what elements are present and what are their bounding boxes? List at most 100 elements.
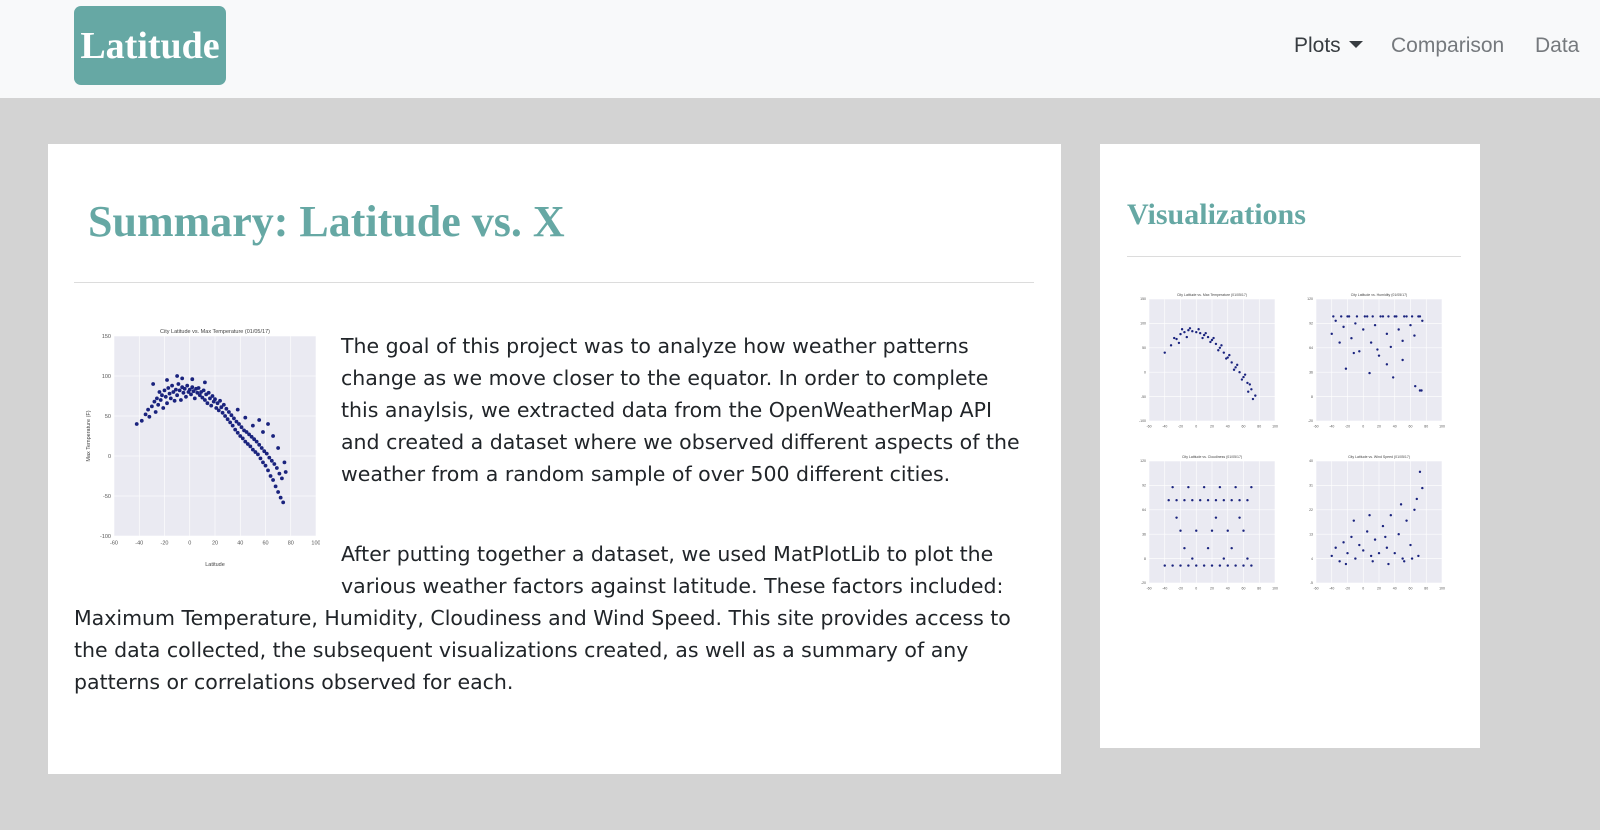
data-point (203, 398, 207, 402)
x-tick-label: -20 (1178, 425, 1183, 429)
data-point (206, 390, 211, 395)
data-point (209, 403, 214, 408)
data-point (1362, 328, 1365, 331)
data-point (1377, 551, 1381, 555)
data-point (283, 470, 288, 474)
data-point (257, 442, 262, 447)
data-point (1187, 485, 1190, 489)
data-point (1191, 330, 1194, 333)
data-point (1187, 564, 1190, 567)
data-point (261, 460, 265, 465)
x-tick-label: -40 (1329, 587, 1334, 591)
data-point (149, 404, 154, 409)
thumbnail-cloudiness-link[interactable]: -60 -40 -20 0 20 40 60 80 100 -20 8 36 64 92 120 City L… (1133, 449, 1283, 607)
y-axis-label: Max Temperature (F) (86, 410, 92, 461)
chart-title: City Latitude vs. Humidity (01/05/17) (1351, 293, 1407, 297)
data-point (1230, 499, 1233, 502)
nav-plots-dropdown[interactable]: Plots (1294, 34, 1363, 58)
y-tick-label: -20 (1141, 581, 1146, 585)
y-tick-label: 36 (1309, 370, 1313, 374)
data-point (250, 423, 255, 428)
data-point (1409, 323, 1412, 327)
data-point (1171, 485, 1174, 489)
x-tick-label: 20 (1210, 425, 1214, 429)
thumbnail-humidity-link[interactable]: -60 -40 -20 0 20 40 60 80 100 -20 8 36 64 92 120 City L… (1300, 287, 1450, 445)
x-tick-label: -20 (1345, 425, 1350, 429)
data-point (143, 412, 148, 417)
brand-logo[interactable]: Latitude (74, 6, 226, 85)
data-point (1191, 499, 1194, 502)
visualizations-title: Visualizations (1127, 198, 1306, 231)
y-tick-label: 0 (108, 454, 111, 460)
x-tick-label: -60 (1313, 425, 1318, 429)
x-tick-label: 40 (1226, 587, 1230, 591)
y-tick-label: 0 (1144, 370, 1146, 374)
y-tick-label: 120 (1140, 459, 1146, 463)
x-tick-label: 100 (1439, 425, 1445, 429)
data-point (1350, 535, 1353, 539)
data-point (156, 402, 161, 407)
data-point (1379, 315, 1382, 318)
chart-title: City Latitude vs. Max Temperature (01/05… (160, 329, 270, 335)
data-point (162, 388, 167, 393)
data-point (1421, 319, 1424, 322)
data-point (1222, 557, 1226, 560)
thumbnail-wind-speed-link[interactable]: -60 -40 -20 0 20 40 60 80 100 -5 4 13 22 31 40 City Lat… (1300, 449, 1450, 607)
data-point (1421, 486, 1424, 490)
data-point (1346, 551, 1349, 555)
data-point (1401, 358, 1404, 362)
nav-data-link[interactable]: Data (1535, 34, 1579, 58)
data-point (1214, 516, 1218, 519)
data-point (1222, 499, 1226, 502)
data-point (277, 471, 282, 476)
data-point (271, 478, 275, 482)
data-point (1365, 315, 1369, 318)
x-tick-label: 60 (1409, 425, 1413, 429)
data-point (1355, 315, 1359, 318)
x-tick-label: 20 (212, 541, 218, 547)
data-point (1230, 546, 1233, 550)
data-point (1234, 366, 1237, 369)
y-tick-label: -5 (1310, 581, 1313, 585)
x-tick-label: 60 (1242, 587, 1246, 591)
thumbnail-temperature-link[interactable]: -60 -40 -20 0 20 40 60 80 100 -100 -50 0 50 100 150 Cit… (1133, 287, 1283, 445)
data-point (1403, 315, 1406, 318)
data-point (280, 476, 284, 481)
data-point (213, 397, 217, 402)
data-point (1344, 367, 1348, 370)
data-point (158, 398, 163, 402)
data-point (273, 484, 278, 489)
data-point (1232, 368, 1236, 371)
data-point (1212, 336, 1215, 340)
nav-comparison-link[interactable]: Comparison (1391, 34, 1504, 58)
x-axis-label: Latitude (205, 562, 225, 568)
data-point (1202, 564, 1206, 567)
y-tick-label: -50 (103, 494, 111, 500)
x-tick-label: -60 (110, 541, 118, 547)
data-point (168, 396, 173, 401)
data-point (184, 394, 188, 399)
x-tick-label: -60 (1313, 587, 1318, 591)
data-point (1254, 394, 1257, 397)
data-point (201, 388, 206, 393)
data-point (1369, 341, 1373, 344)
summary-paragraph-1: The goal of this project was to analyze … (341, 334, 1020, 486)
y-tick-label: 150 (102, 334, 111, 340)
divider (1127, 256, 1461, 257)
data-point (237, 422, 241, 426)
data-point (1234, 485, 1237, 489)
data-point (1330, 332, 1333, 336)
data-point (1338, 560, 1341, 563)
x-tick-label: 40 (237, 541, 243, 547)
data-point (1206, 499, 1210, 502)
data-point (1175, 499, 1178, 502)
data-point (216, 408, 221, 413)
x-tick-label: 80 (1257, 587, 1261, 591)
data-point (268, 474, 273, 478)
data-point (1183, 499, 1186, 502)
data-point (180, 376, 185, 381)
data-point (1410, 557, 1414, 560)
data-point (1373, 538, 1377, 541)
data-point (1198, 499, 1202, 502)
data-point (1352, 519, 1355, 522)
